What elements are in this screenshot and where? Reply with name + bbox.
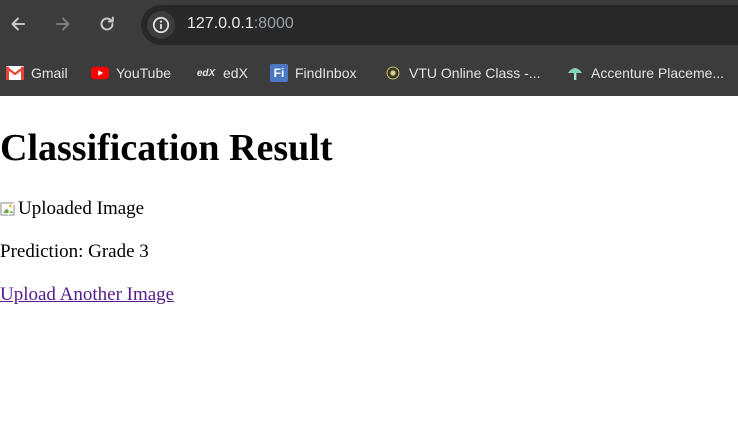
page-content: Classification Result Uploaded Image Pre… [0,96,738,446]
reload-icon [100,16,114,31]
reload-button[interactable] [93,10,121,38]
url-text[interactable]: 127.0.0.1:8000 [187,15,294,33]
forward-arrow-icon [56,17,70,31]
bookmark-label: YouTube [116,65,172,81]
forward-button[interactable] [49,10,77,38]
bookmark-gmail[interactable]: Gmail [6,63,68,83]
bookmark-edx[interactable]: edX edX [196,63,248,83]
upload-another-link[interactable]: Upload Another Image [0,284,174,306]
gmail-icon [6,64,24,82]
bookmark-vtu[interactable]: VTU Online Class -... [384,63,540,83]
back-arrow-icon [11,17,25,31]
youtube-icon [91,64,109,82]
accenture-icon [566,64,584,82]
edx-icon: edX [196,64,216,82]
bookmark-label: Gmail [31,65,68,81]
bookmark-label: FindInbox [295,65,357,81]
bookmark-label: Accenture Placeme... [591,65,725,81]
edx-icon-text: edX [196,67,216,79]
prediction-text: Prediction: Grade 3 [0,241,149,262]
image-alt-text: Uploaded Image [18,198,145,219]
url-host: 127.0.0.1 [187,15,254,32]
bookmark-accenture[interactable]: Accenture Placeme... [566,63,724,83]
bookmark-youtube[interactable]: YouTube [91,63,171,83]
bookmark-findinbox[interactable]: Fi FindInbox [270,63,356,83]
address-bar[interactable]: 127.0.0.1:8000 [141,5,738,45]
findinbox-icon-text: Fi [273,66,285,80]
browser-toolbar: 127.0.0.1:8000 [0,0,738,50]
info-icon [152,16,170,34]
back-button[interactable] [4,10,32,38]
bookmark-label: VTU Online Class -... [409,65,541,81]
uploaded-image: Uploaded Image [0,198,144,220]
bookmark-label: edX [223,65,248,81]
vtu-icon [384,64,402,82]
page-title: Classification Result [0,127,333,169]
broken-image-icon [0,201,16,217]
findinbox-icon: Fi [270,64,288,82]
bookmarks-bar: Gmail YouTube edX edX Fi FindInbox VTU O… [0,50,738,96]
url-port: :8000 [253,15,294,32]
site-info-button[interactable] [147,11,175,39]
